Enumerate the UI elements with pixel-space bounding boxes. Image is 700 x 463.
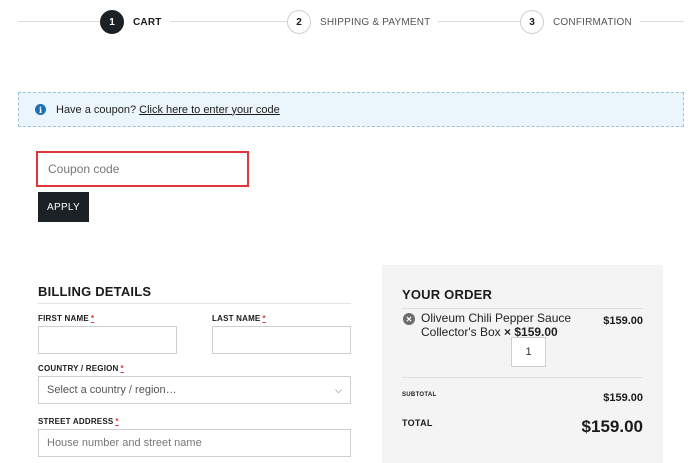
- info-icon: i: [35, 104, 46, 115]
- last-name-label: LAST NAME *: [212, 314, 266, 323]
- step-shipping-payment[interactable]: 2 SHIPPING & PAYMENT: [287, 10, 439, 34]
- step-number: 1: [100, 10, 124, 34]
- quantity-input[interactable]: [511, 337, 546, 367]
- checkout-progress: 1 CART 2 SHIPPING & PAYMENT 3 CONFIRMATI…: [0, 0, 700, 44]
- step-cart[interactable]: 1 CART: [100, 10, 170, 34]
- remove-item-icon[interactable]: ✕: [403, 313, 415, 325]
- required-mark: *: [90, 314, 95, 323]
- order-title: YOUR ORDER: [402, 287, 643, 309]
- chevron-down-icon: ⌵: [335, 384, 342, 395]
- step-label: SHIPPING & PAYMENT: [320, 16, 431, 28]
- required-mark: *: [262, 314, 266, 323]
- last-name-label-text: LAST NAME: [212, 314, 261, 323]
- step-confirmation[interactable]: 3 CONFIRMATION: [520, 10, 640, 34]
- billing-details: BILLING DETAILS FIRST NAME * LAST NAME * C…: [38, 284, 351, 457]
- step-label: CART: [133, 16, 162, 28]
- subtotal-value: $159.00: [603, 392, 643, 404]
- street-address-label-text: STREET ADDRESS: [38, 417, 114, 426]
- step-number: 3: [520, 10, 544, 34]
- subtotal-label: SUBTOTAL: [402, 392, 437, 398]
- coupon-notice: i Have a coupon? Click here to enter you…: [18, 92, 684, 127]
- billing-title: BILLING DETAILS: [38, 284, 351, 304]
- order-divider: [402, 377, 643, 378]
- order-summary: YOUR ORDER ✕ Oliveum Chili Pepper Sauce …: [382, 265, 663, 463]
- apply-coupon-button[interactable]: APPLY: [38, 192, 89, 222]
- coupon-code-input[interactable]: [36, 151, 249, 187]
- country-label: COUNTRY / REGION *: [38, 364, 124, 373]
- first-name-label-text: FIRST NAME: [38, 314, 89, 323]
- order-item-name: Oliveum Chili Pepper Sauce Collector's B…: [421, 311, 581, 339]
- country-select[interactable]: Select a country / region… ⌵: [38, 376, 351, 404]
- order-item-total: $159.00: [603, 315, 643, 327]
- street-address-label: STREET ADDRESS *: [38, 417, 119, 426]
- country-select-value: Select a country / region…: [47, 384, 177, 396]
- street-address-field[interactable]: [38, 429, 351, 457]
- required-mark: *: [120, 364, 124, 373]
- first-name-field[interactable]: [38, 326, 177, 354]
- last-name-field[interactable]: [212, 326, 351, 354]
- step-number: 2: [287, 10, 311, 34]
- total-label: TOTAL: [402, 418, 433, 428]
- step-label: CONFIRMATION: [553, 16, 632, 28]
- total-value: $159.00: [581, 417, 643, 436]
- country-label-text: COUNTRY / REGION: [38, 364, 119, 373]
- first-name-label: FIRST NAME *: [38, 314, 94, 323]
- required-mark: *: [115, 417, 119, 426]
- coupon-toggle-link[interactable]: Click here to enter your code: [139, 104, 280, 116]
- coupon-notice-text: Have a coupon?: [56, 103, 137, 116]
